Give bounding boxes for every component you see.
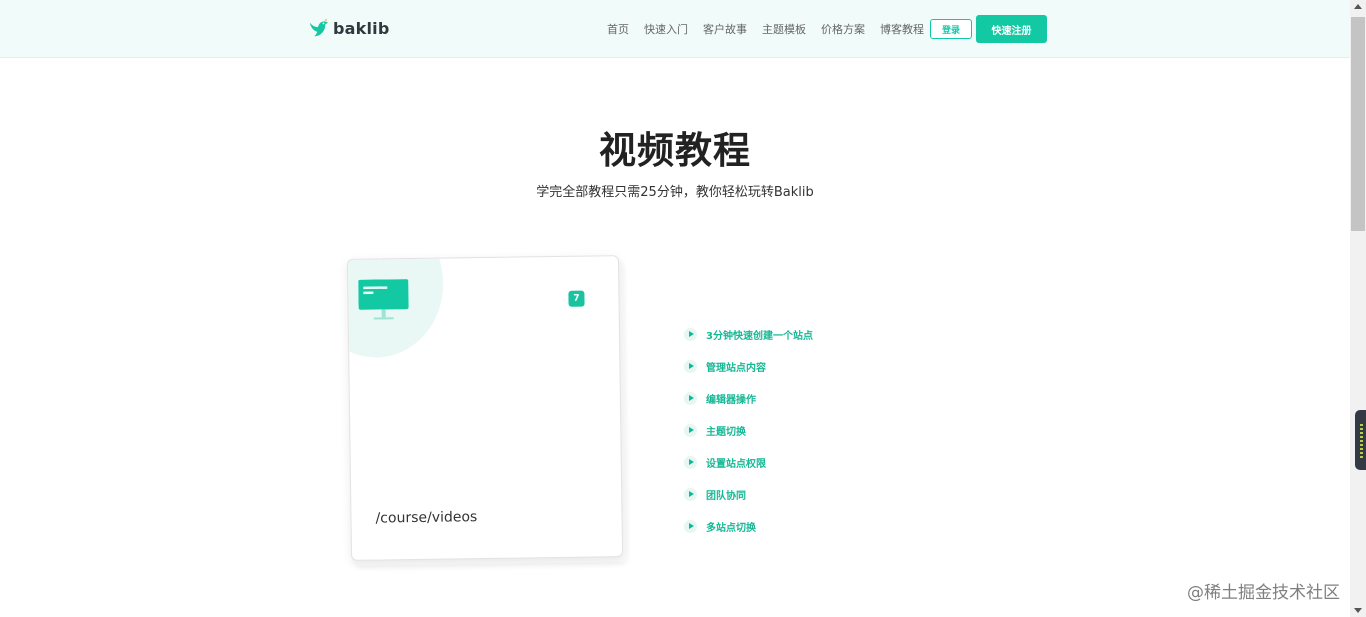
play-icon [684,455,697,469]
video-label: 多站点切换 [706,522,756,534]
video-label: 管理站点内容 [706,362,766,374]
video-item[interactable]: 编辑器操作 [684,382,813,414]
nav-item-customer-stories[interactable]: 客户故事 [703,21,747,37]
video-label: 团队协同 [706,490,746,502]
video-item[interactable]: 团队协同 [684,478,813,510]
signup-button[interactable]: 快速注册 [976,15,1047,43]
video-label: 编辑器操作 [706,394,756,406]
page-title: 视频教程 [599,129,751,172]
course-card[interactable]: 7 /course/videos [346,255,624,561]
scroll-up-icon[interactable] [1354,4,1362,9]
video-label: 设置站点权限 [706,458,766,470]
nav-item-pricing[interactable]: 价格方案 [821,21,865,37]
bird-logo-icon [309,18,329,37]
nav-item-quickstart[interactable]: 快速入门 [644,21,688,37]
video-item[interactable]: 管理站点内容 [684,350,813,382]
video-item[interactable]: 设置站点权限 [684,446,813,478]
site-header: baklib 首页 快速入门 客户故事 主题模板 价格方案 博客教程 登录 快速… [0,0,1350,58]
play-icon [684,327,697,341]
video-label: 主题切换 [706,426,746,438]
scroll-down-icon[interactable] [1354,608,1362,613]
play-icon [684,423,697,437]
side-floating-widget[interactable] [1355,410,1366,470]
play-icon [684,391,697,405]
video-item[interactable]: 多站点切换 [684,510,813,542]
watermark: @稀土掘金技术社区 [1187,583,1340,603]
video-count-badge: 7 [568,290,585,307]
nav-item-themes[interactable]: 主题模板 [762,21,806,37]
video-label: 3分钟快速创建一个站点 [706,330,813,342]
video-item[interactable]: 主题切换 [684,414,813,446]
main-nav: 首页 快速入门 客户故事 主题模板 价格方案 博客教程 [607,21,924,37]
logo[interactable]: baklib [307,17,390,39]
login-button[interactable]: 登录 [930,19,972,39]
play-icon [684,519,697,533]
card-path-label: /course/videos [375,509,478,527]
play-icon [684,359,697,373]
play-icon [684,487,697,501]
video-list: 3分钟快速创建一个站点 管理站点内容 编辑器操作 主题切换 设置站点权限 团队协… [684,318,813,542]
scroll-thumb[interactable] [1351,17,1365,231]
page-subtitle: 学完全部教程只需25分钟，教你轻松玩转Baklib [536,185,814,200]
page-scrollbar[interactable] [1350,0,1366,617]
monitor-icon [358,279,409,320]
video-item[interactable]: 3分钟快速创建一个站点 [684,318,813,350]
logo-text: baklib [333,18,390,38]
nav-item-blog[interactable]: 博客教程 [880,21,924,37]
nav-item-home[interactable]: 首页 [607,21,629,37]
